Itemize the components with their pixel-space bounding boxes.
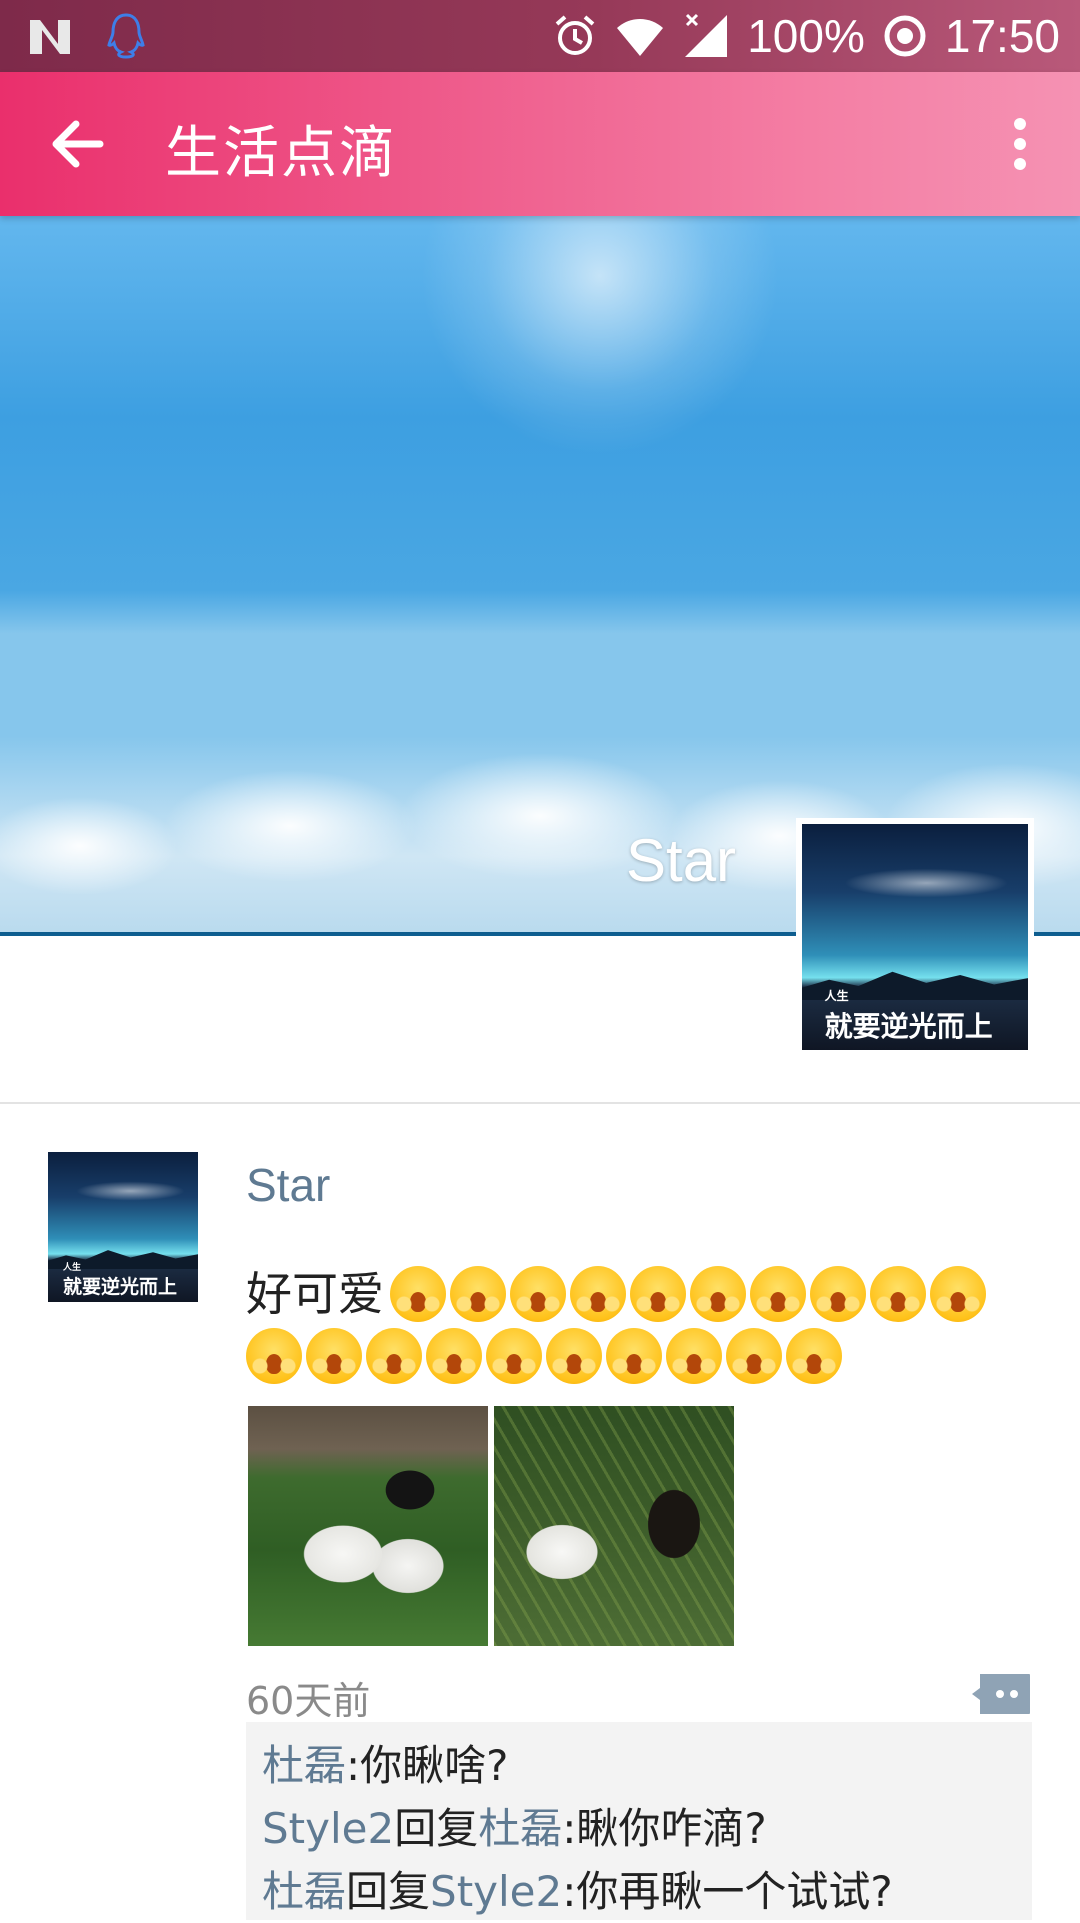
post-photo-rabbits-2[interactable] <box>494 1406 734 1646</box>
comment-separator: : <box>562 1867 577 1916</box>
comment-user[interactable]: 杜磊 <box>262 1867 346 1916</box>
shocked-face-emoji-icon <box>390 1266 446 1322</box>
comment-reply-to[interactable]: 杜磊 <box>478 1804 562 1853</box>
shocked-face-emoji-icon <box>510 1266 566 1322</box>
shocked-face-emoji-icon <box>546 1328 602 1384</box>
avatar-image: 人生 就要逆光而上 <box>802 824 1028 1050</box>
post-photo-rabbits-1[interactable] <box>248 1406 488 1646</box>
comment-item: 杜磊:你瞅啥? <box>262 1734 1016 1797</box>
overflow-menu-button[interactable] <box>1000 112 1040 176</box>
shocked-face-emoji-icon <box>726 1328 782 1384</box>
status-bar: 100% 17:50 <box>0 0 1080 72</box>
comment-item: 杜磊回复Style2:你再瞅一个试试? <box>262 1860 1016 1923</box>
cover-avatar[interactable]: 人生 就要逆光而上 <box>796 818 1034 1056</box>
page-title: 生活点滴 <box>165 121 397 186</box>
comment-separator: : <box>346 1741 361 1790</box>
sky-glow <box>420 216 780 456</box>
n-notification-icon <box>30 20 70 54</box>
more-vert-icon <box>1014 118 1026 170</box>
emoji-row <box>390 1266 986 1322</box>
post-author-name[interactable]: Star <box>246 1158 330 1212</box>
shocked-face-emoji-icon <box>246 1328 302 1384</box>
app-bar: 生活点滴 <box>0 72 1080 216</box>
shocked-face-emoji-icon <box>570 1266 626 1322</box>
shocked-face-emoji-icon <box>750 1266 806 1322</box>
comment-reply-label: 回复 <box>394 1804 479 1853</box>
comment-user[interactable]: Style2 <box>262 1804 394 1853</box>
clock-time: 17:50 <box>944 10 1060 62</box>
shocked-face-emoji-icon <box>786 1328 842 1384</box>
battery-percent: 100% <box>747 10 865 62</box>
divider <box>0 1102 1080 1104</box>
cellular-signal-icon <box>685 13 728 57</box>
shocked-face-emoji-icon <box>366 1328 422 1384</box>
shocked-face-emoji-icon <box>870 1266 926 1322</box>
emoji-row <box>246 1328 842 1384</box>
comment-reply-label: 回复 <box>346 1867 431 1916</box>
comment-button[interactable] <box>970 1672 1032 1716</box>
wifi-icon <box>617 19 664 56</box>
comment-reply-to[interactable]: Style2 <box>430 1867 562 1916</box>
shocked-face-emoji-icon <box>426 1328 482 1384</box>
cover-user-name: Star <box>626 827 737 894</box>
shocked-face-emoji-icon <box>930 1266 986 1322</box>
shocked-face-emoji-icon <box>630 1266 686 1322</box>
comment-text: 你再瞅一个试试? <box>576 1867 893 1916</box>
post-author-avatar[interactable]: 人生 就要逆光而上 <box>48 1152 198 1302</box>
shocked-face-emoji-icon <box>306 1328 362 1384</box>
shocked-face-emoji-icon <box>450 1266 506 1322</box>
shocked-face-emoji-icon <box>486 1328 542 1384</box>
avatar-caption-big: 就要逆光而上 <box>824 1009 993 1043</box>
shocked-face-emoji-icon <box>810 1266 866 1322</box>
comment-bubble-icon <box>972 1674 1030 1714</box>
comment-separator: : <box>562 1804 577 1853</box>
shocked-face-emoji-icon <box>666 1328 722 1384</box>
comment-text: 瞅你咋滴? <box>576 1804 767 1853</box>
avatar-caption-big: 就要逆光而上 <box>63 1276 178 1298</box>
comment-text: 你瞅啥? <box>360 1741 509 1790</box>
back-button[interactable] <box>44 112 114 176</box>
shocked-face-emoji-icon <box>690 1266 746 1322</box>
shocked-face-emoji-icon <box>606 1328 662 1384</box>
post-timestamp: 60天前 <box>246 1679 371 1723</box>
comment-list: 杜磊:你瞅啥? Style2回复杜磊:瞅你咋滴? 杜磊回复Style2:你再瞅一… <box>246 1722 1032 1920</box>
avatar-caption-small: 人生 <box>824 988 849 1003</box>
qq-penguin-icon <box>107 13 145 59</box>
sync-circle-icon <box>884 15 926 57</box>
avatar-image: 人生 就要逆光而上 <box>48 1152 198 1302</box>
arrow-back-icon <box>52 120 104 168</box>
comment-user[interactable]: 杜磊 <box>262 1741 346 1790</box>
comment-item: Style2回复杜磊:瞅你咋滴? <box>262 1797 1016 1860</box>
alarm-icon <box>555 15 595 55</box>
